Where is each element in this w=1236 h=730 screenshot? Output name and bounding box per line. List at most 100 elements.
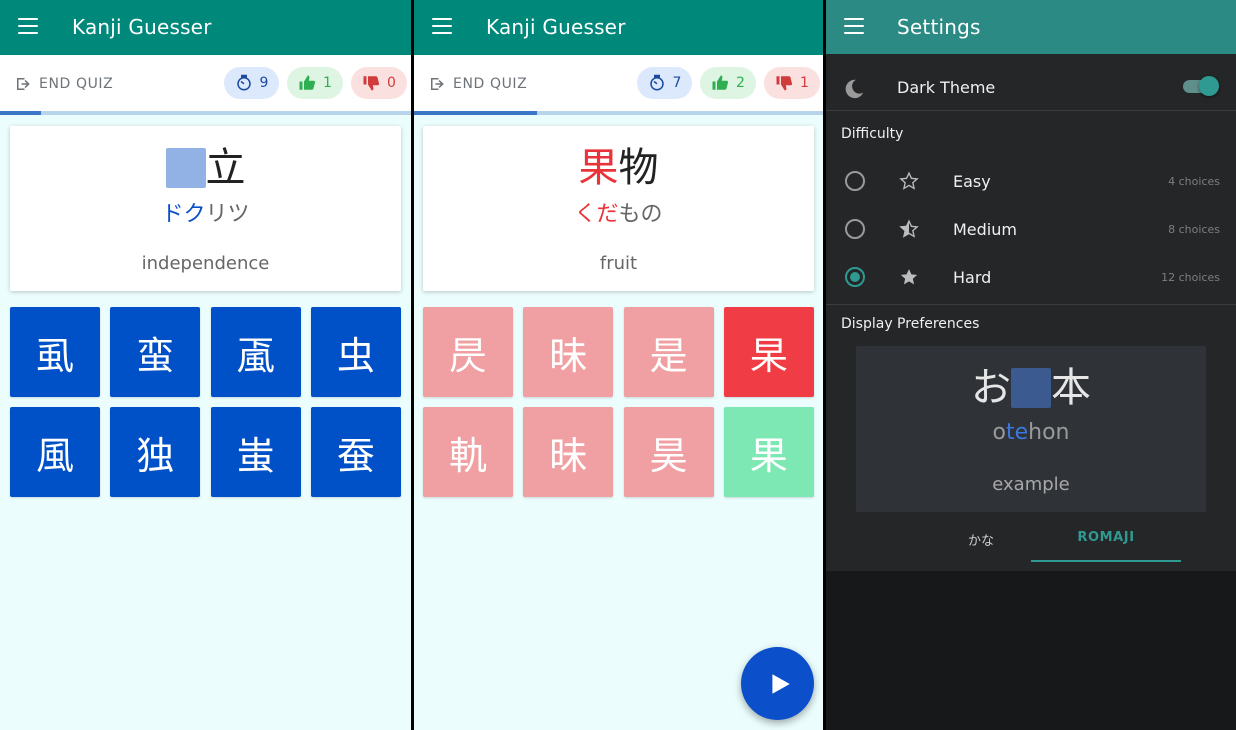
choice-tile[interactable]: 蚩: [210, 407, 301, 497]
quiz-progress-bar: [0, 111, 411, 115]
reading-rest: リツ: [205, 202, 250, 227]
preview-kanji-before: お: [971, 365, 1011, 411]
play-icon: [771, 673, 790, 694]
thumbs-up-icon: [299, 75, 316, 90]
timer-chip: 7: [637, 67, 692, 99]
correct-count: 2: [736, 75, 745, 91]
app-title: Kanji Guesser: [72, 15, 212, 39]
tab-romaji[interactable]: ROMAJI: [1031, 522, 1181, 562]
quiz-toolbar: END QUIZ 9 1 0: [0, 55, 411, 111]
menu-icon[interactable]: [432, 18, 452, 34]
thumbs-down-icon: [363, 76, 380, 91]
choice-tile[interactable]: 蛮: [110, 307, 201, 397]
choice-tile[interactable]: 風: [10, 407, 100, 497]
preview-kanji-after: 本: [1051, 365, 1091, 411]
difficulty-count: 8 choices: [1168, 223, 1220, 236]
preview-reading: otehon: [856, 420, 1206, 445]
dark-theme-toggle[interactable]: [1183, 76, 1219, 96]
dark-theme-label: Dark Theme: [897, 78, 996, 97]
question-reading: ドクリツ: [10, 200, 401, 230]
display-preview-card: お本 otehon example: [856, 346, 1206, 512]
choice-tile[interactable]: 颪: [210, 307, 301, 397]
radio-easy[interactable]: [845, 171, 865, 191]
choice-tile[interactable]: 昃: [423, 307, 513, 397]
choice-tile[interactable]: 是: [623, 307, 714, 397]
progress-fill: [414, 111, 537, 115]
quiz-panel-1: Kanji Guesser END QUIZ 9 1 0 立 ドクリツ inde…: [0, 0, 411, 730]
next-question-button[interactable]: [741, 647, 814, 720]
question-card: 果物 くだもの fruit: [423, 126, 814, 291]
difficulty-label: Medium: [953, 220, 1017, 239]
end-quiz-button[interactable]: END QUIZ: [428, 73, 527, 95]
correct-chip: 1: [287, 67, 343, 99]
choice-tile[interactable]: 虱: [10, 307, 100, 397]
star-outline-icon: [899, 171, 919, 190]
timer-icon: [236, 74, 251, 91]
choice-tile[interactable]: 杲: [723, 307, 814, 397]
question-kanji: 立: [10, 144, 401, 190]
choice-tile[interactable]: 虫: [310, 307, 401, 397]
divider: [826, 110, 1236, 111]
question-meaning: independence: [141, 253, 270, 274]
app-bar: Kanji Guesser: [414, 0, 823, 55]
radio-hard[interactable]: [845, 267, 865, 287]
reading-highlight: くだ: [574, 202, 619, 227]
reading-highlight: ドク: [161, 202, 206, 227]
wrong-count: 0: [387, 75, 396, 91]
radio-medium[interactable]: [845, 219, 865, 239]
reading-rest: もの: [618, 202, 663, 227]
choice-grid: 昃昧是杲軌昧昊果: [423, 307, 814, 498]
timer-value: 7: [672, 75, 682, 91]
choice-tile[interactable]: 昧: [523, 307, 614, 397]
menu-icon[interactable]: [844, 18, 864, 34]
settings-panel: Settings Dark Theme Difficulty Easy 4 ch…: [826, 0, 1236, 730]
correct-chip: 2: [700, 67, 756, 99]
settings-title: Settings: [897, 15, 981, 39]
difficulty-easy[interactable]: Easy 4 choices: [826, 157, 1236, 205]
reading-mode-tabs: かな ROMAJI: [856, 522, 1206, 562]
preview-reading-before: o: [992, 420, 1006, 445]
difficulty-title: Difficulty: [841, 126, 904, 142]
timer-value: 9: [259, 75, 269, 91]
preview-reading-highlight: te: [1005, 420, 1029, 445]
preview-kanji: お本: [856, 364, 1206, 410]
choice-tile[interactable]: 昊: [623, 407, 714, 497]
choice-tile[interactable]: 軌: [423, 407, 513, 497]
preview-meaning: example: [992, 474, 1070, 495]
difficulty-medium[interactable]: Medium 8 choices: [826, 205, 1236, 253]
choice-tile[interactable]: 果: [723, 407, 814, 497]
timer-chip: 9: [224, 67, 279, 99]
settings-list: Dark Theme Difficulty Easy 4 choices Med…: [826, 54, 1236, 571]
question-meaning: fruit: [599, 253, 638, 274]
star-filled-icon: [900, 269, 918, 285]
preview-blank: [1011, 368, 1051, 408]
difficulty-label: Easy: [953, 172, 991, 191]
app-bar: Kanji Guesser: [0, 0, 411, 55]
choice-tile[interactable]: 蚕: [310, 407, 401, 497]
dark-theme-row[interactable]: Dark Theme: [826, 54, 1236, 110]
answer-kanji: 果: [578, 145, 619, 191]
exit-icon: [431, 78, 444, 90]
end-quiz-label: END QUIZ: [39, 76, 114, 92]
exit-icon: [17, 78, 30, 90]
menu-icon[interactable]: [18, 18, 38, 34]
app-bar: Settings: [826, 0, 1236, 54]
missing-kanji-blank: [165, 148, 206, 188]
moon-icon: [845, 79, 864, 99]
quiz-panel-2: Kanji Guesser END QUIZ 7 2 1 果物 くだもの fru…: [414, 0, 823, 730]
end-quiz-label: END QUIZ: [453, 76, 528, 92]
correct-count: 1: [323, 75, 332, 91]
difficulty-count: 4 choices: [1168, 175, 1220, 188]
display-preferences-title: Display Preferences: [841, 316, 980, 332]
difficulty-label: Hard: [953, 268, 992, 287]
question-kanji: 果物: [423, 144, 814, 190]
difficulty-hard[interactable]: Hard 12 choices: [826, 253, 1236, 301]
choice-tile[interactable]: 独: [110, 407, 201, 497]
choice-tile[interactable]: 昧: [523, 407, 614, 497]
end-quiz-button[interactable]: END QUIZ: [14, 73, 113, 95]
progress-fill: [0, 111, 42, 115]
thumbs-up-icon: [712, 75, 729, 90]
quiz-progress-bar: [414, 111, 823, 115]
timer-icon: [649, 74, 664, 91]
app-title: Kanji Guesser: [486, 15, 626, 39]
